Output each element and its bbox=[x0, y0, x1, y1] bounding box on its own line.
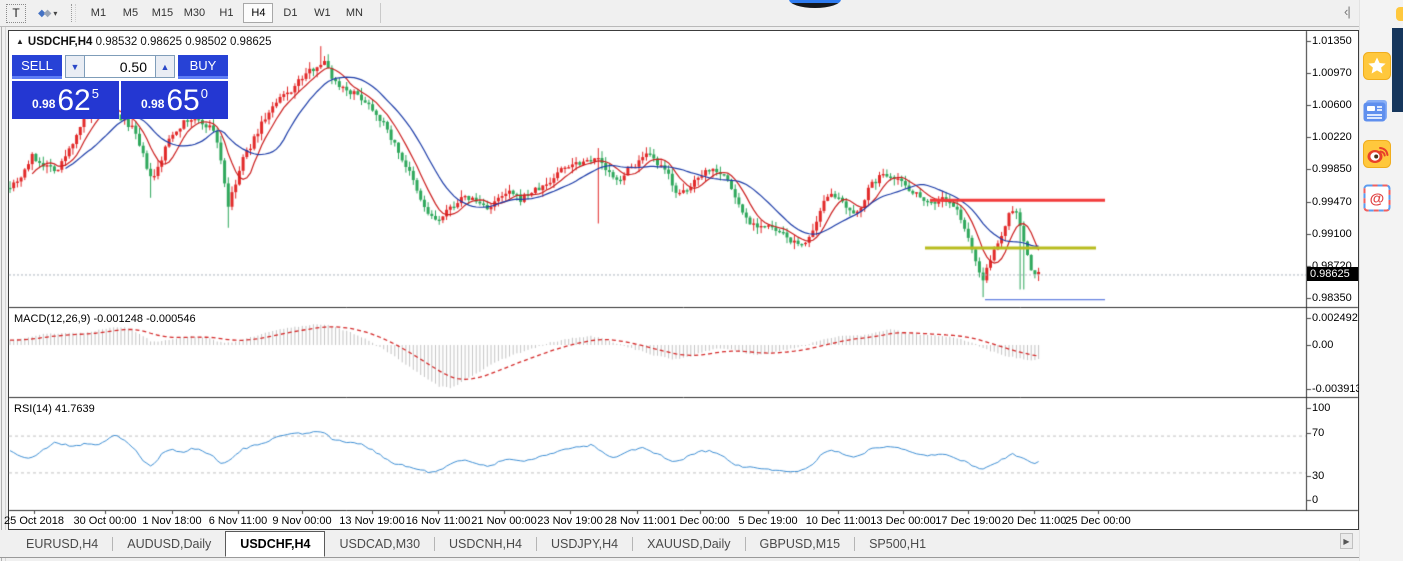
chart-symbol: USDCHF,H4 bbox=[28, 36, 93, 48]
chart-tab-usdjpy-h4[interactable]: USDJPY,H4 bbox=[537, 530, 632, 557]
buy-price-box[interactable]: 0.98 65 0 bbox=[121, 81, 228, 119]
toolbar-grip[interactable] bbox=[71, 4, 76, 22]
timeframe-button-group: M1M5M15M30H1H4D1W1MN bbox=[82, 3, 370, 23]
chart-tab-gbpusd-m15[interactable]: GBPUSD,M15 bbox=[746, 530, 855, 557]
chart-tab-xauusd-daily[interactable]: XAUUSD,Daily bbox=[633, 530, 744, 557]
news-feed-icon[interactable] bbox=[1363, 96, 1391, 124]
volume-increase-button[interactable]: ▲ bbox=[155, 55, 175, 78]
chart-tab-audusd-daily[interactable]: AUDUSD,Daily bbox=[113, 530, 225, 557]
sidebar-collapse-button[interactable]: ‹| bbox=[1344, 4, 1350, 19]
toolbar-separator bbox=[380, 3, 381, 23]
chart-tab-usdcad-m30[interactable]: USDCAD,M30 bbox=[325, 530, 434, 557]
collapse-triangle-icon[interactable]: ▲ bbox=[16, 37, 24, 46]
price-axis-label: 0.99470 bbox=[1312, 196, 1352, 208]
rsi-axis-label: 30 bbox=[1312, 470, 1324, 482]
chevron-down-icon: ▾ bbox=[53, 9, 57, 18]
price-axis-label: 0.98350 bbox=[1312, 292, 1352, 304]
timeframe-button-m1[interactable]: M1 bbox=[83, 3, 113, 23]
macd-axis-label: 0.00 bbox=[1312, 339, 1333, 351]
buy-button[interactable]: BUY bbox=[178, 55, 228, 79]
chart-tab-sp500-h1[interactable]: SP500,H1 bbox=[855, 530, 940, 557]
buy-price-prefix: 0.98 bbox=[141, 97, 164, 111]
macd-axis-label: -0.003913 bbox=[1312, 383, 1362, 395]
objects-tool-button[interactable]: ◆◆ ▾ bbox=[34, 3, 61, 23]
buy-price-big: 65 bbox=[166, 87, 199, 115]
time-axis-label: 25 Dec 00:00 bbox=[1050, 515, 1146, 527]
sell-price-big: 62 bbox=[57, 87, 90, 115]
sell-price-prefix: 0.98 bbox=[32, 97, 55, 111]
chart-tab-usdcnh-h4[interactable]: USDCNH,H4 bbox=[435, 530, 536, 557]
price-axis-label: 0.99850 bbox=[1312, 163, 1352, 175]
macd-label: MACD(12,26,9) -0.001248 -0.000546 bbox=[14, 313, 196, 325]
chart-tab-bar: EURUSD,H4AUDUSD,DailyUSDCHF,H4USDCAD,M30… bbox=[0, 530, 1359, 558]
chart-tab-usdchf-h4[interactable]: USDCHF,H4 bbox=[225, 531, 325, 557]
current-price-tag: 0.98625 bbox=[1307, 267, 1358, 281]
rsi-axis-label: 0 bbox=[1312, 494, 1318, 506]
chart-tab-eurusd-h4[interactable]: EURUSD,H4 bbox=[12, 530, 112, 557]
browser-edge-strip bbox=[1392, 28, 1403, 112]
timeframe-button-d1[interactable]: D1 bbox=[275, 3, 305, 23]
timeframe-button-m30[interactable]: M30 bbox=[179, 3, 209, 23]
mail-at-icon[interactable]: @ bbox=[1363, 184, 1391, 212]
favorites-star-icon[interactable] bbox=[1363, 52, 1391, 80]
text-tool-icon[interactable]: T bbox=[6, 4, 26, 23]
macd-axis-label: 0.002492 bbox=[1312, 312, 1358, 324]
sell-price-sup: 5 bbox=[92, 86, 99, 101]
tab-scroll-right-button[interactable]: ▶ bbox=[1340, 533, 1353, 549]
rsi-axis-label: 100 bbox=[1312, 402, 1330, 414]
sell-button[interactable]: SELL bbox=[12, 55, 62, 79]
svg-text:@: @ bbox=[1370, 191, 1385, 208]
window-edge-outer bbox=[1, 0, 2, 561]
price-axis-label: 1.00970 bbox=[1312, 67, 1352, 79]
timeframe-button-h1[interactable]: H1 bbox=[211, 3, 241, 23]
timeframe-button-w1[interactable]: W1 bbox=[307, 3, 337, 23]
timeframe-button-m5[interactable]: M5 bbox=[115, 3, 145, 23]
chart-title: ▲ USDCHF,H4 0.98532 0.98625 0.98502 0.986… bbox=[16, 36, 272, 48]
sell-price-box[interactable]: 0.98 62 5 bbox=[12, 81, 119, 119]
weibo-icon[interactable] bbox=[1363, 140, 1391, 168]
timeframe-button-m15[interactable]: M15 bbox=[147, 3, 177, 23]
price-axis-label: 1.01350 bbox=[1312, 35, 1352, 47]
price-axis-label: 0.99100 bbox=[1312, 228, 1352, 240]
volume-decrease-button[interactable]: ▼ bbox=[65, 55, 85, 78]
volume-input[interactable] bbox=[85, 55, 155, 78]
timeframe-button-mn[interactable]: MN bbox=[339, 3, 369, 23]
timeframe-button-h4[interactable]: H4 bbox=[243, 3, 273, 23]
price-axis-label: 1.00220 bbox=[1312, 131, 1352, 143]
rsi-label: RSI(14) 41.7639 bbox=[14, 403, 95, 415]
price-axis-label: 1.00600 bbox=[1312, 99, 1352, 111]
buy-price-sup: 0 bbox=[201, 86, 208, 101]
top-toolbar: T ◆◆ ▾ M1M5M15M30H1H4D1W1MN bbox=[0, 0, 1359, 27]
window-edge-inner bbox=[5, 0, 6, 561]
objects-icon: ◆◆ bbox=[38, 8, 49, 19]
edge-peek-icon[interactable] bbox=[1396, 7, 1403, 21]
rsi-axis-label: 70 bbox=[1312, 427, 1324, 439]
one-click-trading-panel: SELL ▼ ▲ BUY 0.98 62 5 0.98 65 0 bbox=[12, 55, 228, 119]
chart-ohlc-values: 0.98532 0.98625 0.98502 0.98625 bbox=[96, 36, 272, 48]
